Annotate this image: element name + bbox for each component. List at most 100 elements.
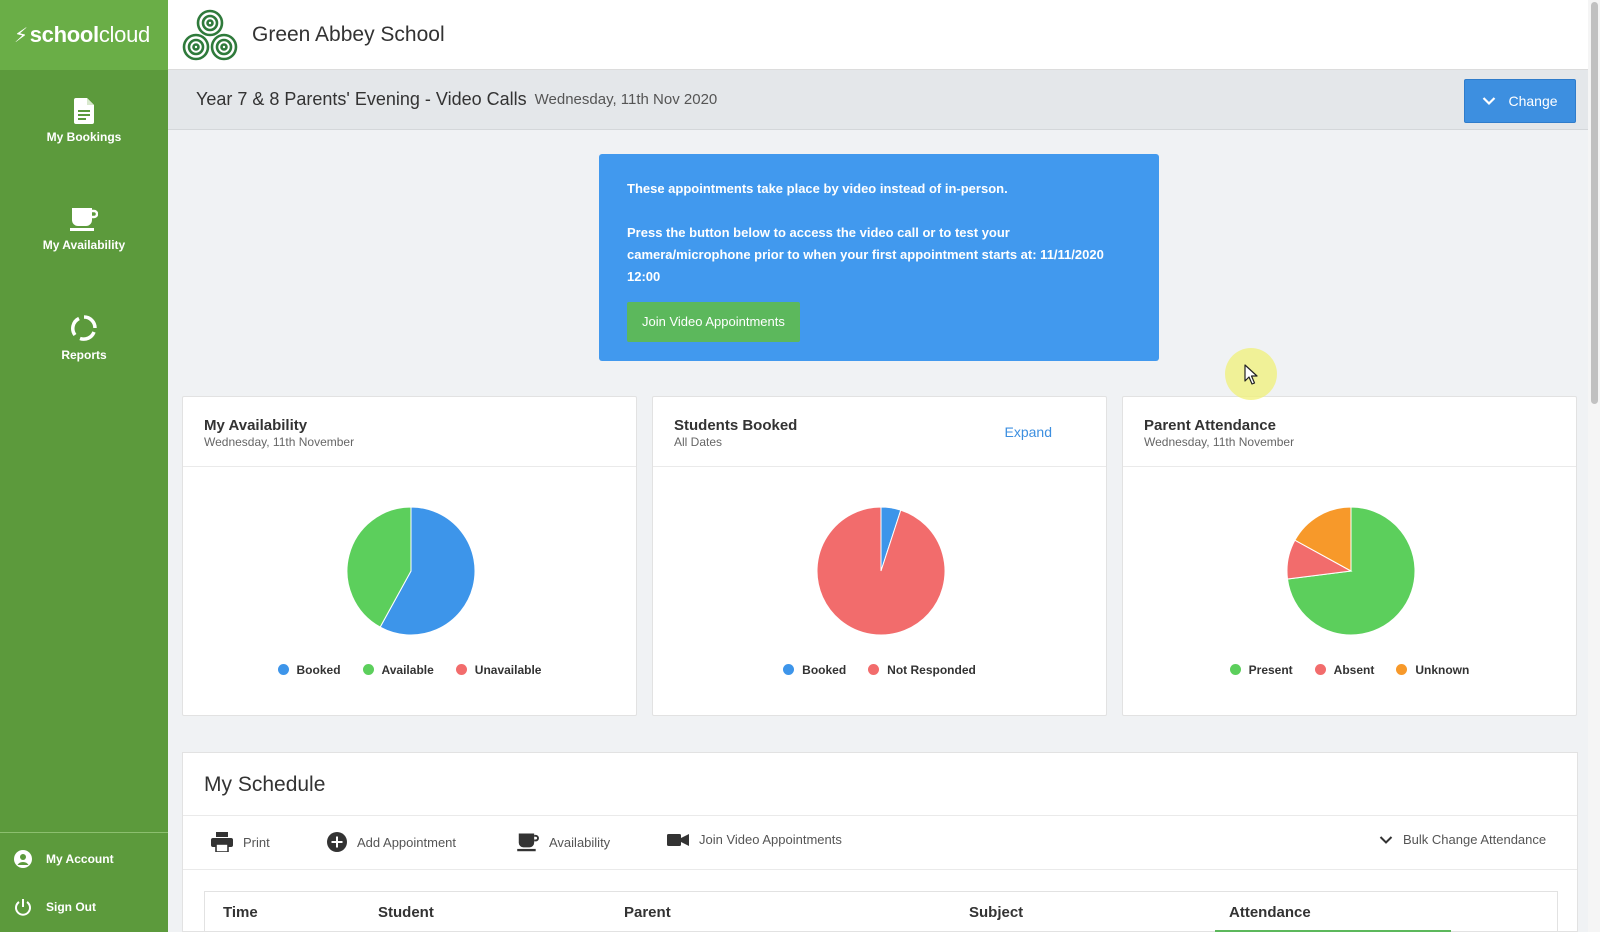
legend-item-present[interactable]: Present (1229, 663, 1293, 677)
printer-icon (211, 832, 233, 852)
card-subtitle: Wednesday, 11th November (1144, 435, 1295, 449)
logo-text-light: cloud (98, 22, 150, 47)
card-subtitle: Wednesday, 11th November (204, 435, 355, 449)
school-crest-icon (182, 9, 238, 60)
video-camera-icon (667, 833, 689, 846)
event-bar: Year 7 & 8 Parents' Evening - Video Call… (168, 70, 1588, 130)
document-icon (74, 98, 94, 124)
sign-out-link[interactable]: Sign Out (14, 898, 96, 916)
legend-swatch (1229, 664, 1241, 675)
card-header: My Availability Wednesday, 11th November (183, 397, 636, 467)
legend-label: Unknown (1415, 663, 1470, 677)
join-video-appointments-button[interactable]: Join Video Appointments (627, 302, 800, 342)
column-header-student[interactable]: Student (378, 904, 434, 921)
chart-legend: Booked Not Responded (653, 663, 1106, 677)
chart-legend: Present Absent Unknown (1123, 663, 1576, 677)
info-line-1: These appointments take place by video i… (627, 181, 1008, 196)
legend-swatch (1396, 664, 1408, 675)
scrollbar-thumb[interactable] (1591, 2, 1598, 404)
legend-item-not-responded[interactable]: Not Responded (868, 663, 976, 677)
sidebar-item-label: My Bookings (46, 130, 122, 144)
bulk-change-attendance-button[interactable]: Bulk Change Attendance (1379, 832, 1546, 847)
legend-item-unknown[interactable]: Unknown (1396, 663, 1469, 677)
legend-label: Booked (802, 663, 847, 677)
chevron-down-icon (1483, 97, 1496, 106)
my-account-label: My Account (46, 852, 114, 866)
schedule-toolbar: Print Add Appointment Availability Join … (183, 816, 1577, 870)
sidebar-item-label: Reports (61, 348, 107, 362)
sidebar-item-my-availability[interactable]: My Availability (0, 206, 168, 252)
plus-circle-icon (327, 832, 347, 852)
coffee-cup-icon (517, 833, 539, 852)
column-header-subject[interactable]: Subject (969, 904, 1023, 921)
legend-label: Booked (296, 663, 341, 677)
legend-swatch (362, 664, 374, 675)
legend-item-absent[interactable]: Absent (1314, 663, 1375, 677)
school-name: Green Abbey School (252, 22, 445, 46)
parent-attendance-card: Parent Attendance Wednesday, 11th Novemb… (1122, 396, 1577, 716)
column-header-attendance[interactable]: Attendance (1229, 904, 1311, 921)
legend-label: Absent (1333, 663, 1375, 677)
availability-pie-chart[interactable] (345, 505, 477, 637)
sign-out-label: Sign Out (46, 900, 96, 914)
video-info-panel: These appointments take place by video i… (599, 154, 1159, 361)
students-booked-pie-chart[interactable] (815, 505, 947, 637)
sidebar-item-label: My Availability (42, 238, 126, 252)
sidebar-item-my-bookings[interactable]: My Bookings (0, 98, 168, 144)
join-video-appointments-toolbar-button[interactable]: Join Video Appointments (667, 832, 842, 847)
info-line-2: Press the button below to access the vid… (627, 225, 1104, 284)
coffee-cup-icon (70, 208, 98, 231)
add-appointment-label: Add Appointment (357, 834, 457, 850)
bolt-icon: ⚡ (14, 24, 28, 47)
my-account-link[interactable]: My Account (14, 850, 114, 868)
legend-item-booked[interactable]: Booked (277, 663, 341, 677)
my-schedule-panel: My Schedule Print Add Appointment Availa… (182, 752, 1578, 932)
legend-swatch (455, 664, 467, 675)
expand-link[interactable]: Expand (1005, 424, 1052, 440)
legend-swatch (868, 664, 880, 675)
column-header-parent[interactable]: Parent (624, 904, 671, 921)
parent-attendance-pie-chart[interactable] (1285, 505, 1417, 637)
card-header: Students Booked All Dates Expand (653, 397, 1106, 467)
legend-label: Available (381, 663, 434, 677)
legend-label: Unavailable (474, 663, 542, 677)
circle-refresh-icon (71, 315, 97, 341)
legend-item-booked[interactable]: Booked (783, 663, 846, 677)
print-button[interactable]: Print (211, 832, 270, 852)
legend-label: Present (1248, 663, 1293, 677)
card-title: My Availability (204, 417, 308, 434)
change-event-button[interactable]: Change (1464, 79, 1576, 123)
legend-label: Not Responded (887, 663, 976, 677)
schoolcloud-logo[interactable]: ⚡ school cloud (0, 0, 168, 70)
header: Green Abbey School (168, 0, 1588, 70)
legend-item-available[interactable]: Available (362, 663, 434, 677)
pie-slice-not-responded[interactable] (816, 506, 946, 636)
legend-swatch (1314, 664, 1326, 675)
legend-item-unavailable[interactable]: Unavailable (455, 663, 542, 677)
user-circle-icon (14, 850, 32, 868)
sidebar-item-reports[interactable]: Reports (0, 314, 168, 362)
chart-legend: Booked Available Unavailable (183, 663, 636, 677)
join-video-label: Join Video Appointments (699, 832, 842, 847)
card-title: Parent Attendance (1144, 417, 1276, 434)
chevron-down-icon (1379, 835, 1393, 844)
event-title: Year 7 & 8 Parents' Evening - Video Call… (196, 89, 527, 109)
sidebar: ⚡ school cloud My Bookings My Availability… (0, 0, 168, 932)
students-booked-card: Students Booked All Dates Expand Booked … (652, 396, 1107, 716)
page-scrollbar[interactable] (1588, 0, 1600, 932)
bulk-change-label: Bulk Change Attendance (1403, 832, 1547, 847)
legend-swatch (277, 664, 289, 675)
schedule-table-header: Time Student Parent Subject Attendance (204, 891, 1558, 932)
my-availability-card: My Availability Wednesday, 11th November… (182, 396, 637, 716)
column-header-time[interactable]: Time (223, 904, 258, 921)
power-icon (15, 899, 31, 916)
legend-swatch (783, 664, 795, 675)
availability-button[interactable]: Availability (517, 832, 610, 852)
card-header: Parent Attendance Wednesday, 11th Novemb… (1123, 397, 1576, 467)
change-label: Change (1508, 93, 1558, 109)
add-appointment-button[interactable]: Add Appointment (327, 832, 456, 852)
print-label: Print (243, 834, 270, 850)
logo-text-bold: school (29, 22, 99, 47)
event-date: Wednesday, 11th Nov 2020 (534, 91, 718, 108)
schedule-title: My Schedule (204, 773, 326, 796)
